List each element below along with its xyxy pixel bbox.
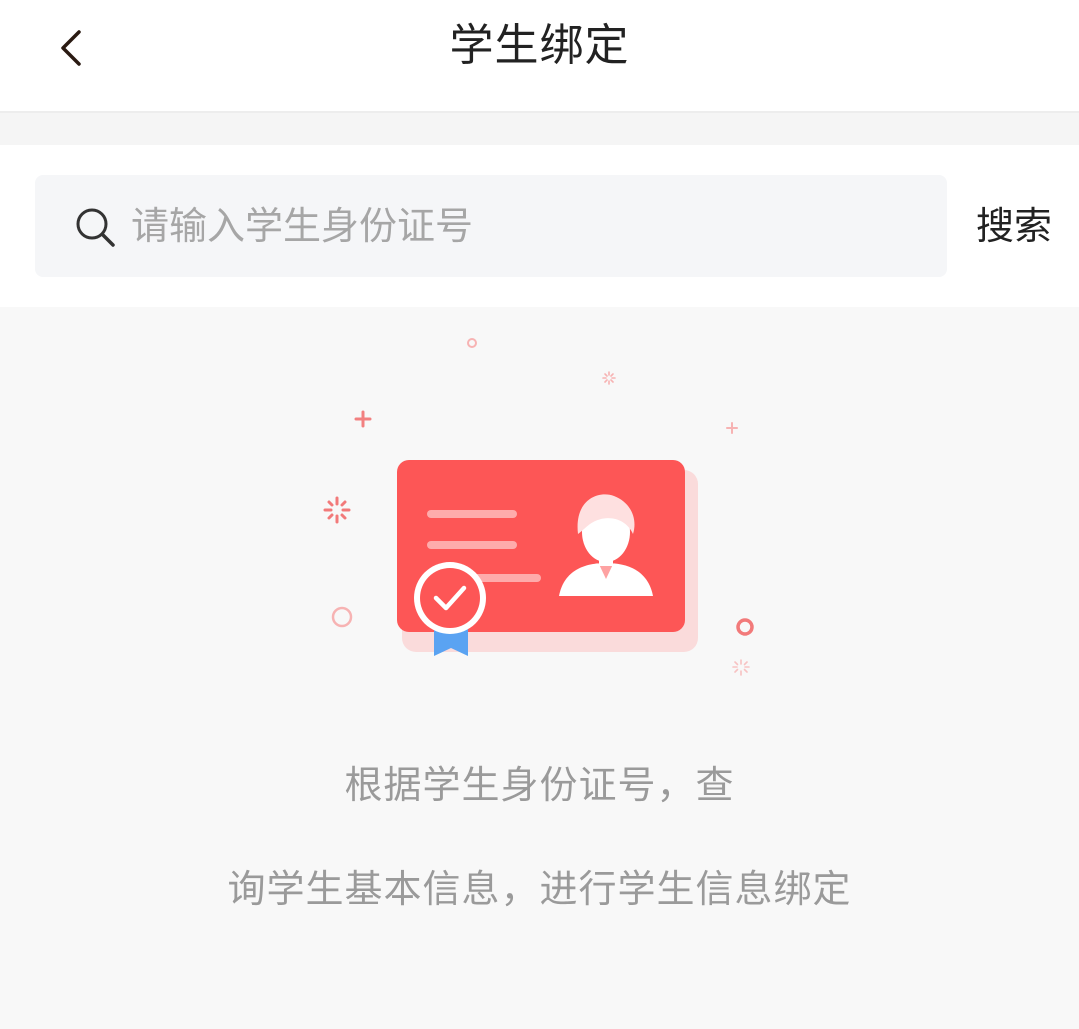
card-text-line <box>427 510 517 518</box>
search-bar: 搜索 <box>0 145 1079 307</box>
page-title: 学生绑定 <box>449 20 630 71</box>
card-text-line <box>427 541 517 549</box>
ring-sparkle-red <box>736 618 754 636</box>
student-id-card-illustration <box>323 338 754 676</box>
sparkle-burst <box>602 371 616 385</box>
empty-state-description-line-2: 询学生基本信息，进行学生信息绑定 <box>227 867 852 911</box>
search-box[interactable] <box>35 175 947 277</box>
back-button[interactable] <box>40 16 104 80</box>
student-id-input[interactable] <box>131 175 921 277</box>
chevron-left-icon <box>61 30 81 66</box>
sparkle-burst-bottom <box>732 659 750 676</box>
plus-sparkle <box>354 410 372 428</box>
ring-sparkle <box>331 606 353 628</box>
sparkle-dot <box>467 338 477 348</box>
sparkle-burst-red <box>323 496 351 524</box>
section-divider <box>0 113 1079 145</box>
plus-sparkle-small <box>726 422 738 434</box>
search-icon <box>76 208 115 247</box>
top-bar: 学生绑定 <box>0 0 1079 113</box>
search-button[interactable]: 搜索 <box>962 175 1066 277</box>
empty-state-description-line-1: 根据学生身份证号，查 <box>344 763 735 807</box>
check-badge-icon <box>414 562 486 634</box>
